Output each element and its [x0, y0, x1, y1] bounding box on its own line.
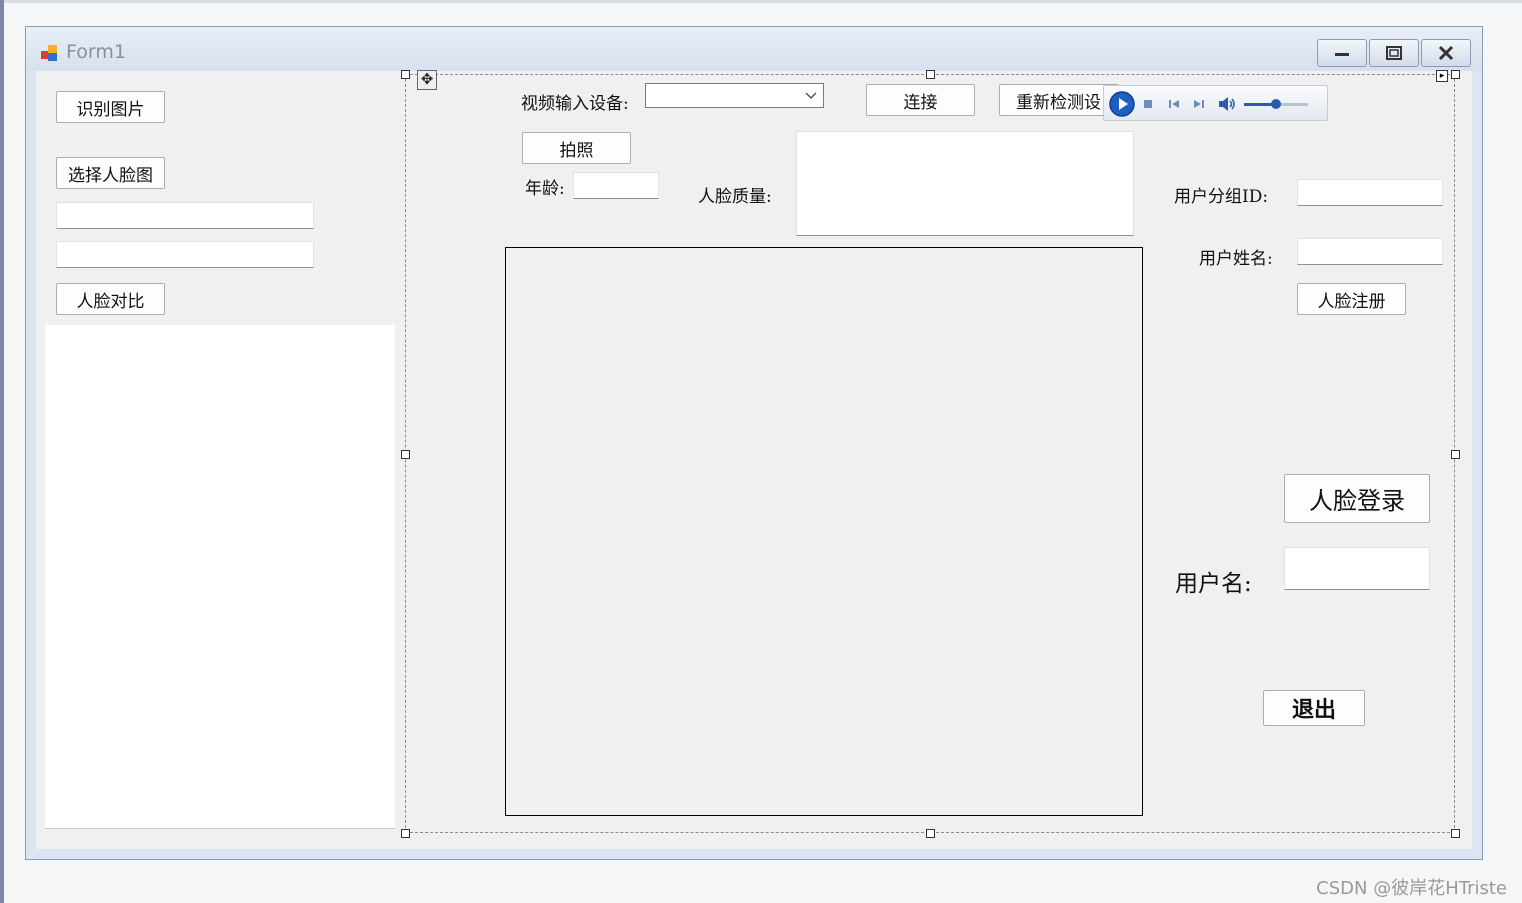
- age-label: 年龄:: [525, 179, 565, 199]
- resize-handle-b[interactable]: [926, 829, 935, 838]
- top-border: [0, 0, 1522, 3]
- exit-button[interactable]: 退出: [1263, 690, 1365, 726]
- resize-handle-br[interactable]: [1451, 829, 1460, 838]
- resize-handle-r[interactable]: [1451, 450, 1460, 459]
- form-client-area: 识别图片 选择人脸图 人脸对比 ✥ ▸ 视频输入设备: 连接 重新检测设 拍照 …: [36, 70, 1472, 849]
- video-control-panel: ✥ ▸ 视频输入设备: 连接 重新检测设 拍照 年龄: 人脸质量: 用户分组ID…: [401, 70, 1460, 838]
- volume-knob[interactable]: [1271, 99, 1281, 109]
- play-icon[interactable]: [1108, 90, 1136, 118]
- csdn-watermark: CSDN @彼岸花HTriste: [1316, 878, 1507, 899]
- left-edge: [0, 0, 4, 903]
- user-name-field[interactable]: [1297, 238, 1443, 265]
- video-preview-box: [505, 247, 1143, 816]
- face-login-button[interactable]: 人脸登录: [1284, 474, 1430, 523]
- face-register-button[interactable]: 人脸注册: [1297, 283, 1406, 315]
- stop-icon[interactable]: [1142, 98, 1154, 110]
- result-list-box[interactable]: [45, 325, 395, 829]
- media-player[interactable]: [1103, 85, 1328, 121]
- maximize-button[interactable]: [1369, 39, 1419, 67]
- move-handle-icon[interactable]: ✥: [417, 70, 437, 90]
- face-quality-label: 人脸质量:: [698, 187, 772, 207]
- next-icon[interactable]: [1192, 98, 1206, 110]
- face-image-path-2[interactable]: [56, 241, 314, 268]
- resize-handle-l[interactable]: [401, 450, 410, 459]
- volume-slider[interactable]: [1244, 99, 1308, 109]
- video-device-select[interactable]: [645, 83, 824, 108]
- minimize-icon: [1335, 53, 1349, 56]
- resize-handle-tr[interactable]: [1451, 70, 1460, 79]
- volume-icon[interactable]: [1217, 96, 1237, 112]
- video-device-label: 视频输入设备:: [521, 94, 629, 114]
- group-id-field[interactable]: [1297, 179, 1443, 206]
- username-field[interactable]: [1284, 547, 1430, 590]
- title-bar[interactable]: Form1: [26, 27, 1482, 71]
- face-image-path-1[interactable]: [56, 202, 314, 229]
- form-window: Form1 识别图片 选择人脸图 人脸对比 ✥ ▸ 视频输入设备: 连接 重新检…: [25, 26, 1483, 860]
- window-title: Form1: [66, 41, 126, 63]
- chevron-down-icon: [805, 92, 817, 99]
- resize-handle-tl[interactable]: [401, 70, 410, 79]
- face-quality-field[interactable]: [796, 131, 1134, 236]
- minimize-button[interactable]: [1317, 39, 1367, 67]
- username-label: 用户名:: [1175, 571, 1252, 597]
- close-icon: [1438, 45, 1454, 61]
- resize-handle-t[interactable]: [926, 70, 935, 79]
- face-compare-button[interactable]: 人脸对比: [56, 283, 165, 315]
- recognize-image-button[interactable]: 识别图片: [56, 91, 165, 123]
- resize-handle-bl[interactable]: [401, 829, 410, 838]
- redetect-device-button[interactable]: 重新检测设: [999, 84, 1119, 116]
- age-field[interactable]: [573, 172, 659, 199]
- app-icon: [41, 45, 57, 61]
- group-id-label: 用户分组ID:: [1174, 187, 1269, 207]
- close-button[interactable]: [1421, 39, 1471, 67]
- smart-tag-arrow-icon[interactable]: ▸: [1436, 70, 1448, 82]
- previous-icon[interactable]: [1167, 98, 1181, 110]
- user-name-label: 用户姓名:: [1199, 249, 1273, 269]
- select-face-image-button[interactable]: 选择人脸图: [56, 157, 165, 189]
- connect-button[interactable]: 连接: [866, 84, 975, 116]
- take-photo-button[interactable]: 拍照: [522, 132, 631, 164]
- maximize-icon: [1386, 46, 1402, 60]
